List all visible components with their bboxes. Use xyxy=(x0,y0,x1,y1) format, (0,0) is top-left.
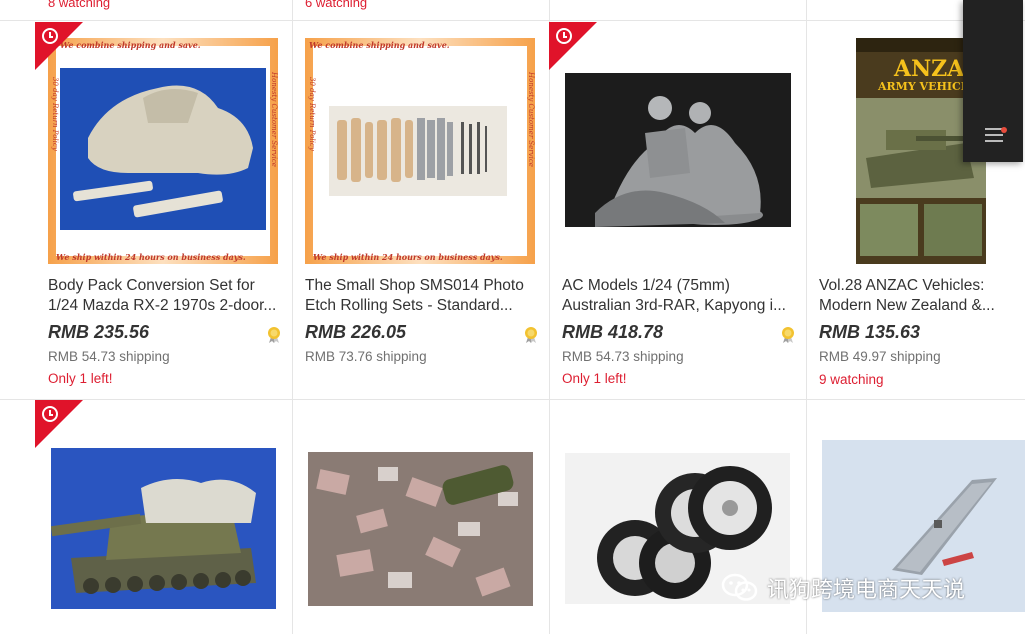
column-divider xyxy=(806,0,807,634)
column-divider xyxy=(292,0,293,634)
listing-price: RMB 235.56 xyxy=(48,322,150,342)
banner-right-text: Honesty Customer Service xyxy=(527,72,535,167)
banner-left-text: 30 day Return Policy xyxy=(308,77,316,151)
listing-title-line2[interactable]: 1/24 Mazda RX-2 1970s 2-door... xyxy=(48,296,282,316)
product-image[interactable]: We combine shipping and save. We ship wi… xyxy=(305,38,535,264)
time-left-badge xyxy=(35,22,83,70)
product-image[interactable] xyxy=(565,73,791,227)
column-divider xyxy=(549,0,550,634)
row-divider xyxy=(0,399,1025,400)
clock-icon xyxy=(42,406,58,422)
row-divider xyxy=(0,20,1025,21)
product-image[interactable] xyxy=(308,452,533,606)
shipping-cost: RMB 54.73 shipping xyxy=(48,349,170,364)
clock-icon xyxy=(42,28,58,44)
top-rated-medal-icon xyxy=(268,327,280,343)
time-left-badge xyxy=(35,400,83,448)
listing-price: RMB 135.63 xyxy=(819,322,921,342)
time-left-badge xyxy=(549,22,597,70)
stock-status: Only 1 left! xyxy=(562,371,627,386)
listing-price: RMB 226.05 xyxy=(305,322,407,342)
listing-title-line1[interactable]: Vol.28 ANZAC Vehicles: xyxy=(819,276,1009,296)
shipping-cost: RMB 73.76 shipping xyxy=(305,349,427,364)
floating-side-panel xyxy=(963,0,1023,162)
listing-title-line2[interactable]: Australian 3rd-RAR, Kapyong i... xyxy=(562,296,796,316)
banner-left-text: 30 day Return Policy xyxy=(51,77,59,151)
watermark-text: 讯狗跨境电商天天说 xyxy=(767,578,966,603)
product-image[interactable] xyxy=(51,448,276,609)
watching-count: 9 watching xyxy=(819,372,884,387)
wechat-logo-icon xyxy=(721,573,758,601)
listing-price: RMB 418.78 xyxy=(562,322,664,342)
stock-status: Only 1 left! xyxy=(48,371,113,386)
shipping-cost: RMB 49.97 shipping xyxy=(819,349,941,364)
watching-count: 8 watching xyxy=(48,0,111,10)
listing-title-line1[interactable]: AC Models 1/24 (75mm) xyxy=(562,276,796,296)
top-rated-medal-icon xyxy=(525,327,537,343)
banner-bottom-text: We ship within 24 hours on business days… xyxy=(56,252,246,262)
listing-title-line1[interactable]: Body Pack Conversion Set for xyxy=(48,276,282,296)
listing-title-line1[interactable]: The Small Shop SMS014 Photo xyxy=(305,276,539,296)
clock-icon xyxy=(556,28,572,44)
banner-top-text: We combine shipping and save. xyxy=(309,40,450,50)
banner-bottom-text: We ship within 24 hours on business days… xyxy=(313,252,503,262)
watching-count: 6 watching xyxy=(305,0,368,10)
banner-right-text: Honesty Customer Service xyxy=(270,72,278,167)
listing-title-line2[interactable]: Modern New Zealand &... xyxy=(819,296,1009,316)
wechat-watermark: 讯狗跨境电商天天说 xyxy=(721,572,965,604)
listing-title-line2[interactable]: Etch Rolling Sets - Standard... xyxy=(305,296,539,316)
shipping-cost: RMB 54.73 shipping xyxy=(562,349,684,364)
notification-dot xyxy=(1001,127,1007,133)
top-rated-medal-icon xyxy=(782,327,794,343)
product-image[interactable]: We combine shipping and save. We ship wi… xyxy=(48,38,278,264)
